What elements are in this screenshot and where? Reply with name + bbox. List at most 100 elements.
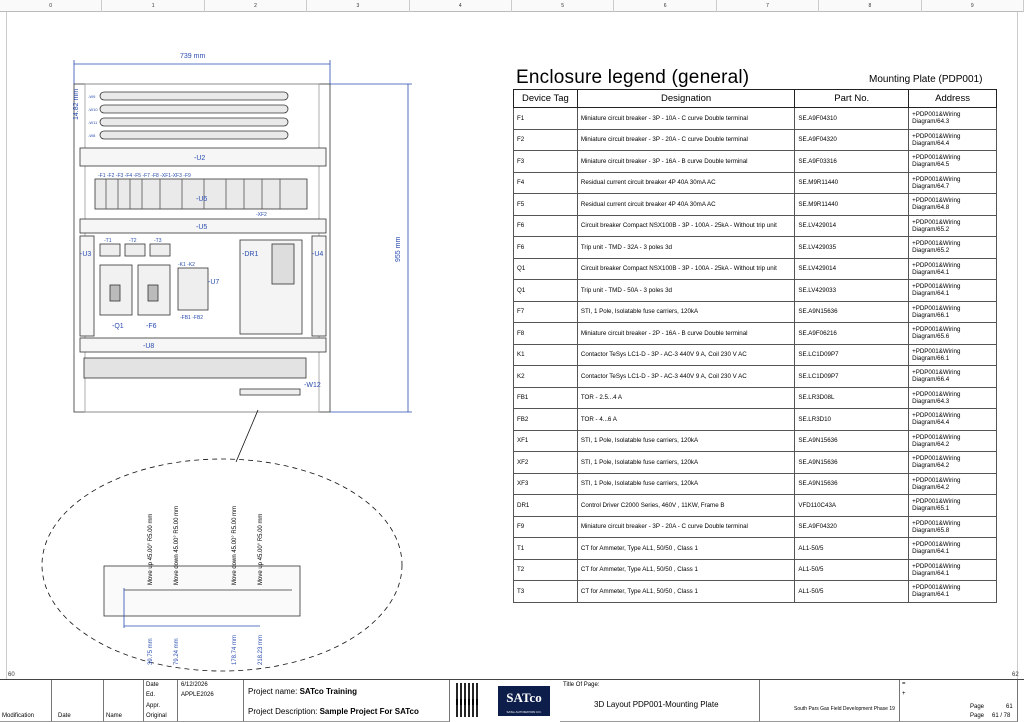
din-devices-top xyxy=(94,178,308,210)
part-no-cell: SE.M9R11440 xyxy=(794,171,910,194)
part-no-cell: SE.A9N15636 xyxy=(794,300,910,323)
part-no-cell: SE.LV429014 xyxy=(794,214,910,237)
address-cell: +PDP001&Wiring Diagram/65.2 xyxy=(908,236,997,259)
device-tag-cell: DR1 xyxy=(513,494,578,517)
designation-cell: Miniature circuit breaker - 3P - 10A - C… xyxy=(576,107,796,130)
project-name-label: Project name: xyxy=(248,687,300,696)
part-no-cell: VFD110C43A xyxy=(794,494,910,517)
device-tag-cell: F9 xyxy=(513,515,578,538)
designation-cell: CT for Ammeter, Type AL1, 50/50 , Class … xyxy=(576,580,796,603)
address-cell: +PDP001&Wiring Diagram/66.1 xyxy=(908,343,997,366)
designation-cell: TOR - 4...6 A xyxy=(576,408,796,431)
address-cell: +PDP001&Wiring Diagram/64.8 xyxy=(908,193,997,216)
address-cell: +PDP001&Wiring Diagram/64.2 xyxy=(908,429,997,452)
tb-ed-label: Ed. xyxy=(146,692,156,698)
label-dr1: -DR1 xyxy=(242,251,258,258)
page-label: Page xyxy=(970,704,985,710)
designation-cell: Circuit breaker Compact NSX100B - 3P - 1… xyxy=(576,257,796,280)
legend-row: F3 Miniature circuit breaker - 3P - 16A -… xyxy=(513,150,997,173)
address-cell: +PDP001&Wiring Diagram/66.4 xyxy=(908,365,997,388)
ruler-column-7: 7 xyxy=(717,0,820,12)
device-tag-cell: F1 xyxy=(513,107,578,130)
device-tag-cell: K1 xyxy=(513,343,578,366)
legend-row: FB1 TOR - 2.5...4 A SE.LR3D08L +PDP001&Wiri… xyxy=(513,386,997,409)
part-no-cell: SE.A9F04320 xyxy=(794,515,910,538)
cable-rails xyxy=(99,91,289,140)
contactors-k xyxy=(177,267,209,311)
device-tag-cell: F6 xyxy=(513,214,578,237)
width-dimension: 739 mm xyxy=(180,53,205,60)
device-tag-cell: F7 xyxy=(513,300,578,323)
designation-cell: Circuit breaker Compact NSX100B - 3P - 1… xyxy=(576,214,796,237)
detail-dim-3: 178.74 mm xyxy=(232,635,238,665)
legend-row: FB2 TOR - 4...6 A SE.LR3D10 +PDP001&Wiring … xyxy=(513,408,997,431)
legend-header-row: Device Tag Designation Part No. Address xyxy=(513,89,997,108)
rail-tag-1: -W9 xyxy=(88,94,96,99)
detail-op-1: Move up 45.00° R5.00 mm xyxy=(148,514,154,585)
part-no-cell: SE.LR3D10 xyxy=(794,408,910,431)
legend-row: F2 Miniature circuit breaker - 3P - 20A -… xyxy=(513,128,997,151)
project-description: Sample Project For SATco xyxy=(319,707,419,716)
ruler-column-6: 6 xyxy=(614,0,717,12)
address-cell: +PDP001&Wiring Diagram/64.1 xyxy=(908,537,997,560)
label-xf2: -XF2 xyxy=(256,212,267,218)
designation-cell: STI, 1 Pole, Isolatable fuse carriers, 1… xyxy=(576,300,796,323)
detail-dim-1: 39.75 mm xyxy=(148,638,154,665)
terminal-strip xyxy=(83,357,307,379)
label-k: -K1 -K2 xyxy=(178,262,195,268)
tb-original-label: Original xyxy=(146,713,167,719)
part-no-cell: SE.LC1D09P7 xyxy=(794,365,910,388)
address-cell: +PDP001&Wiring Diagram/64.1 xyxy=(908,279,997,302)
part-no-cell: SE.M9R11440 xyxy=(794,193,910,216)
label-u3: -U3 xyxy=(80,251,91,258)
address-cell: +PDP001&Wiring Diagram/66.1 xyxy=(908,300,997,323)
ct-t1 xyxy=(99,243,121,257)
tb-date-value: 6/12/2026 xyxy=(181,682,208,688)
legend-row: F5 Residual current circuit breaker 4P 40… xyxy=(513,193,997,216)
part-no-cell: SE.A9F04320 xyxy=(794,128,910,151)
part-no-cell: AL1-50/5 xyxy=(794,537,910,560)
enclosure-legend-table: Device Tag Designation Part No. Address … xyxy=(513,89,997,603)
legend-row: Q1 Trip unit - TMD - 50A - 3 poles 3d SE.L… xyxy=(513,279,997,302)
designation-cell: Residual current circuit breaker 4P 40A … xyxy=(576,171,796,194)
device-tag-cell: FB1 xyxy=(513,386,578,409)
label-w12: -W12 xyxy=(304,382,321,389)
address-cell: +PDP001&Wiring Diagram/65.8 xyxy=(908,515,997,538)
device-tag-cell: F4 xyxy=(513,171,578,194)
tb-date: Date xyxy=(58,713,71,719)
legend-title: Enclosure legend (general) xyxy=(516,67,750,88)
page-of: 61 / 78 xyxy=(992,713,1011,719)
part-no-cell: SE.LR3D08L xyxy=(794,386,910,409)
page-number: 61 xyxy=(1006,704,1013,710)
device-tag-cell: Q1 xyxy=(513,279,578,302)
page-label-2: Page xyxy=(970,713,985,719)
designation-cell: STI, 1 Pole, Isolatable fuse carriers, 1… xyxy=(576,451,796,474)
detail-dim-2: 79.24 mm xyxy=(174,638,180,665)
address-cell: +PDP001&Wiring Diagram/64.4 xyxy=(908,128,997,151)
detail-callout xyxy=(41,458,403,672)
small-dimension: 14.82 mm xyxy=(73,89,80,120)
legend-row: T1 CT for Ammeter, Type AL1, 50/50 , Clas… xyxy=(513,537,997,560)
col-designation: Designation xyxy=(576,89,796,108)
legend-row: F7 STI, 1 Pole, Isolatable fuse carriers,… xyxy=(513,300,997,323)
designation-cell: STI, 1 Pole, Isolatable fuse carriers, 1… xyxy=(576,429,796,452)
device-tag-cell: F3 xyxy=(513,150,578,173)
legend-row: F1 Miniature circuit breaker - 3P - 10A -… xyxy=(513,107,997,130)
address-cell: +PDP001&Wiring Diagram/64.1 xyxy=(908,558,997,581)
legend-row: K2 Contactor TeSys LC1-D - 3P - AC-3 440V… xyxy=(513,365,997,388)
part-no-cell: AL1-50/5 xyxy=(794,580,910,603)
device-tag-cell: XF3 xyxy=(513,472,578,495)
designation-cell: Control Driver C2000 Series, 460V , 11KW… xyxy=(576,494,796,517)
label-u4: -U4 xyxy=(312,251,323,258)
designation-cell: Miniature circuit breaker - 3P - 16A - B… xyxy=(576,150,796,173)
detail-op-4: Move up 45.00° R5.00 mm xyxy=(258,514,264,585)
label-t1: -T1 xyxy=(104,238,112,244)
legend-row: F6 Circuit breaker Compact NSX100B - 3P -… xyxy=(513,214,997,237)
ct-t2 xyxy=(124,243,146,257)
project-desc-label: Project Description: xyxy=(248,707,320,716)
satco-logo: SATco SATco AUTOMATION CO. xyxy=(498,686,550,716)
label-top-devices: -F1 -F2 -F3 -F4 -F5 -F7 -F8 -XF1-XF3 -F9 xyxy=(98,173,191,179)
part-no-cell: SE.A9N15636 xyxy=(794,472,910,495)
designation-cell: CT for Ammeter, Type AL1, 50/50 , Class … xyxy=(576,558,796,581)
device-tag-cell: K2 xyxy=(513,365,578,388)
